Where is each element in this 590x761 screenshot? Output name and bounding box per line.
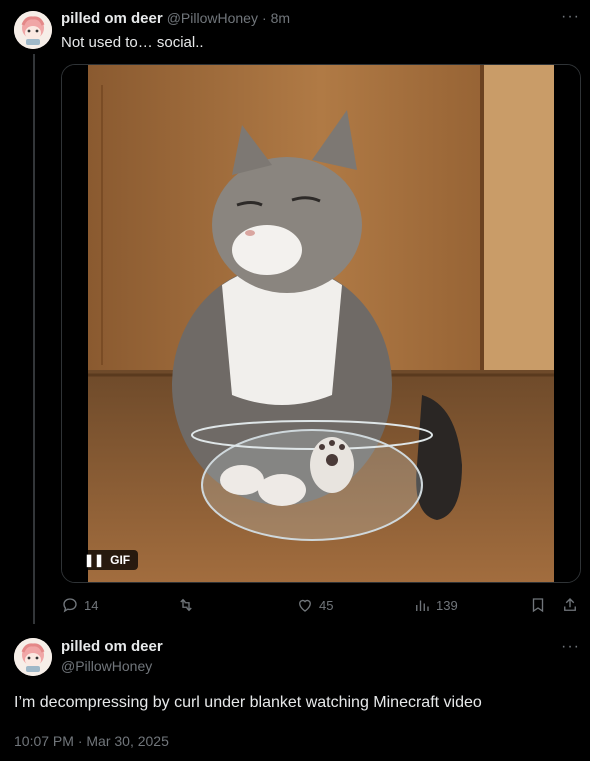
thread-connector-line	[33, 54, 35, 624]
views-button[interactable]: 139	[413, 596, 458, 614]
reply-count: 14	[84, 597, 99, 613]
separator-dot: ·	[261, 10, 267, 26]
views-chart-icon	[416, 600, 429, 611]
retweet-icon	[180, 598, 192, 612]
reply-button[interactable]: 14	[61, 596, 98, 614]
reply-icon	[63, 598, 77, 613]
handle[interactable]: @PillowHoney	[61, 658, 152, 674]
bookmark-button[interactable]	[529, 596, 547, 614]
heart-icon	[299, 599, 311, 612]
display-name[interactable]: pilled om deer	[61, 10, 163, 27]
share-icon	[564, 598, 576, 611]
more-options-button[interactable]: ···	[561, 8, 580, 26]
like-button[interactable]: 45	[296, 596, 333, 614]
tweet-timestamp[interactable]: 10:07 PM · Mar 30, 2025	[14, 733, 169, 749]
avatar-image	[14, 638, 52, 676]
gif-badge[interactable]: ❚❚ GIF	[76, 550, 139, 570]
view-count: 139	[436, 597, 458, 613]
tweet-header: pilled om deer @PillowHoney · 8m	[61, 10, 290, 27]
like-count: 45	[319, 597, 334, 613]
pause-icon[interactable]: ❚❚	[84, 553, 104, 567]
tweet-text: Not used to… social..	[61, 34, 204, 51]
avatar-image	[14, 11, 52, 49]
gif-label: GIF	[110, 553, 131, 567]
share-button[interactable]	[561, 596, 579, 614]
handle[interactable]: @PillowHoney	[167, 10, 258, 26]
more-options-button[interactable]: ···	[561, 638, 580, 656]
bookmark-icon	[532, 598, 544, 613]
relative-time[interactable]: 8m	[271, 10, 290, 26]
tweet-media-gif[interactable]: ❚❚ GIF	[61, 64, 581, 583]
tweet-text: I’m decompressing by curl under blanket …	[14, 694, 482, 711]
display-name[interactable]: pilled om deer	[61, 638, 163, 655]
avatar[interactable]	[14, 638, 52, 676]
avatar[interactable]	[14, 11, 52, 49]
cat-in-bowl-image	[62, 65, 580, 582]
retweet-button[interactable]	[177, 596, 200, 614]
